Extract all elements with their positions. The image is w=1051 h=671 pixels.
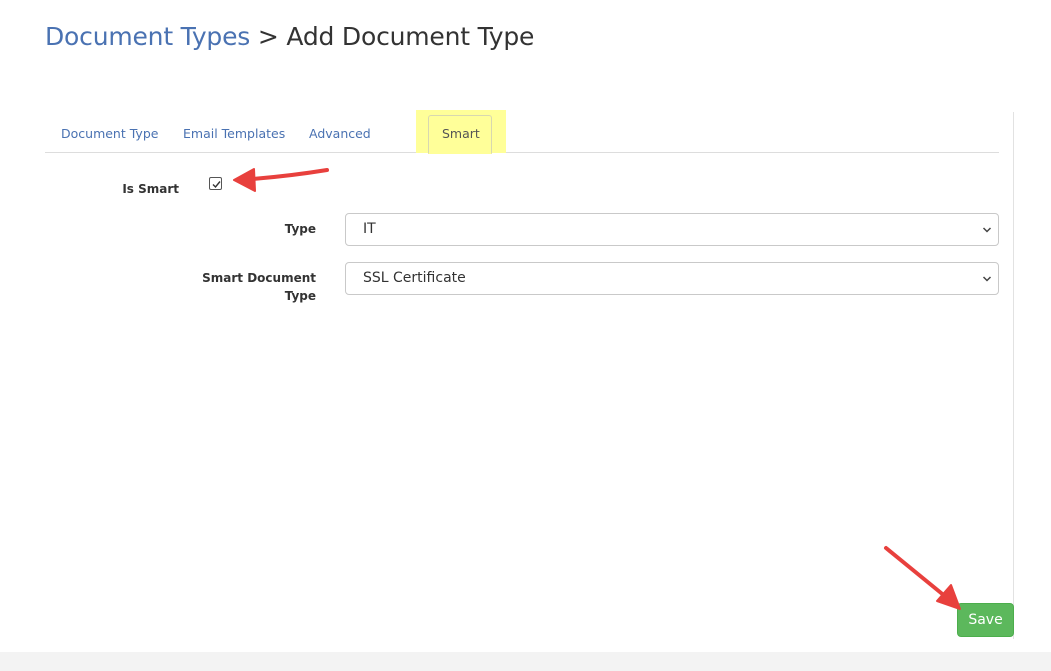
breadcrumb-current: Add Document Type (286, 22, 535, 51)
content-divider (1013, 112, 1014, 639)
type-select[interactable]: IT (345, 213, 999, 246)
chevron-down-icon (982, 276, 992, 282)
is-smart-checkbox[interactable] (209, 177, 222, 190)
type-label: Type (284, 222, 316, 236)
tab-advanced[interactable]: Advanced (309, 126, 371, 141)
tab-email-templates[interactable]: Email Templates (183, 126, 285, 141)
smart-document-type-label-line1: Smart Document (202, 271, 316, 285)
checkmark-icon (212, 181, 221, 189)
smart-document-type-select[interactable]: SSL Certificate (345, 262, 999, 295)
breadcrumb-separator: > (257, 22, 279, 51)
tab-bar: Document Type Email Templates Advanced S… (45, 110, 999, 154)
page-title: Document Types > Add Document Type (45, 22, 534, 51)
smart-document-type-select-value: SSL Certificate (363, 270, 466, 286)
type-select-value: IT (363, 221, 376, 237)
arrow-to-checkbox (233, 168, 329, 192)
arrow-to-save (884, 546, 961, 610)
footer-bar (0, 652, 1051, 671)
annotation-arrows (233, 168, 961, 610)
breadcrumb-document-types-link[interactable]: Document Types (45, 22, 250, 51)
chevron-down-icon (982, 227, 992, 233)
save-button[interactable]: Save (957, 603, 1014, 637)
smart-document-type-label-line2: Type (284, 289, 316, 303)
smart-document-type-label: Smart Document Type (196, 269, 316, 305)
tab-document-type[interactable]: Document Type (61, 126, 158, 141)
is-smart-label: Is Smart (122, 182, 179, 196)
tab-smart[interactable]: Smart (442, 126, 480, 141)
page: Document Types > Add Document Type Docum… (0, 0, 1051, 671)
